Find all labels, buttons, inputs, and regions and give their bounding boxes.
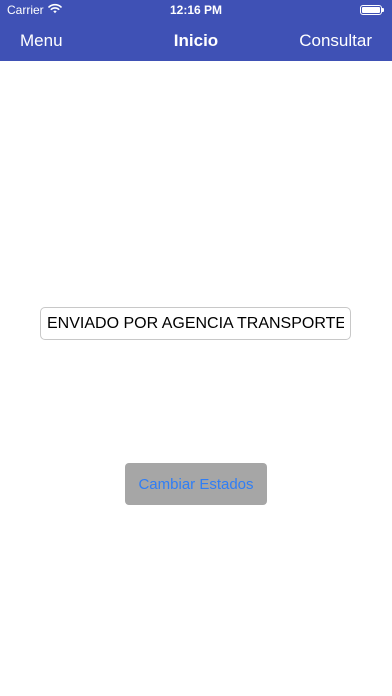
status-bar: Carrier 12:16 PM — [0, 0, 392, 20]
battery-cap — [382, 8, 384, 12]
battery-icon — [360, 5, 384, 15]
navigation-bar: Menu Inicio Consultar — [0, 20, 392, 61]
consultar-button[interactable]: Consultar — [299, 31, 372, 51]
status-text-field[interactable] — [40, 307, 351, 340]
status-time: 12:16 PM — [169, 3, 223, 17]
battery-fill — [362, 7, 380, 13]
cambiar-estados-button[interactable]: Cambiar Estados — [125, 463, 267, 505]
